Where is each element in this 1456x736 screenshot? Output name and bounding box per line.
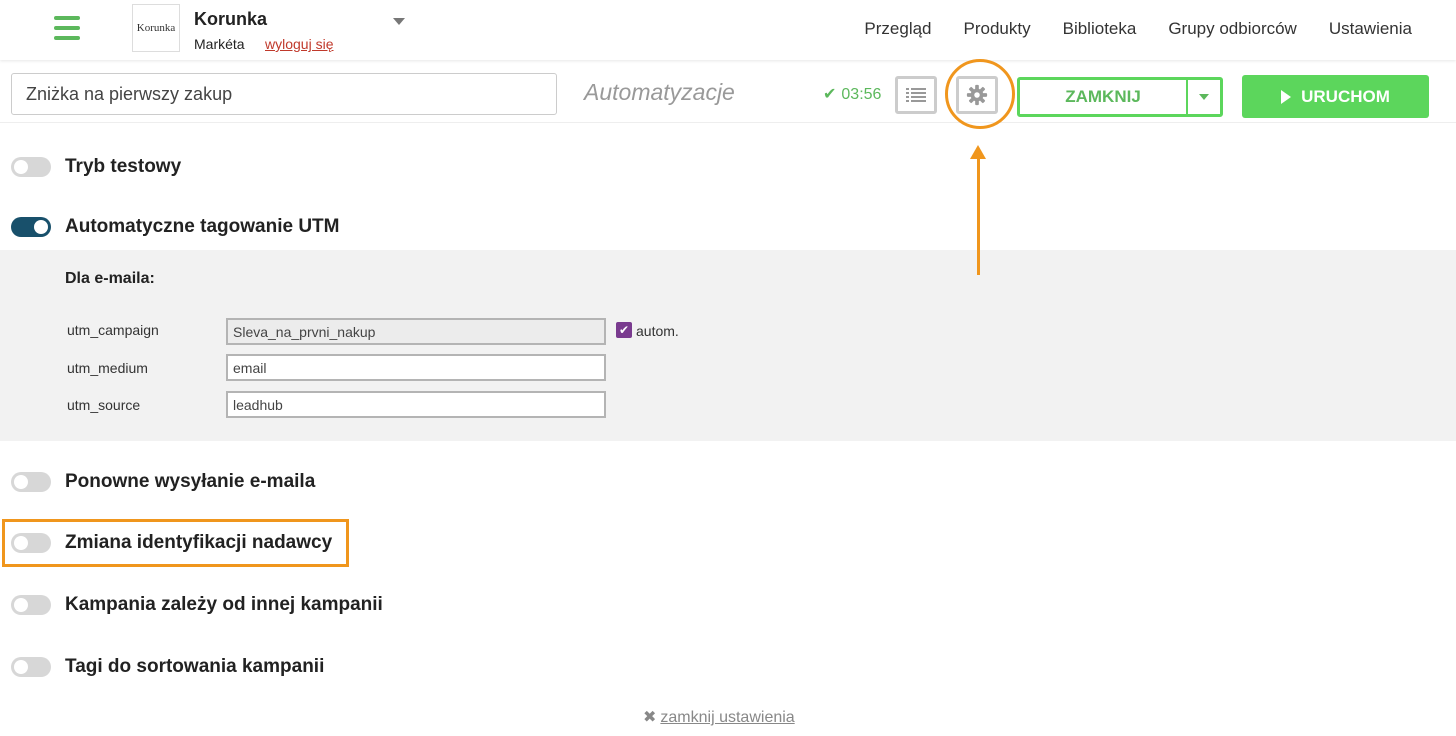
close-settings-label: zamknij ustawienia (660, 709, 795, 726)
check-icon: ✔ (823, 86, 837, 103)
utm-settings-panel: Dla e-maila: utm_campaign ✔ autom. utm_m… (0, 250, 1456, 441)
logout-link[interactable]: wyloguj się (265, 36, 333, 52)
list-view-button[interactable] (895, 76, 937, 114)
run-button[interactable]: URUCHOM (1242, 75, 1429, 118)
resend-email-toggle[interactable] (11, 472, 51, 492)
nav-item-settings[interactable]: Ustawienia (1329, 19, 1412, 39)
setting-row-depends-on-campaign: Kampania zależy od innej kampanii (11, 594, 383, 616)
company-switcher-caret-icon[interactable] (393, 18, 405, 25)
company-name[interactable]: Korunka (194, 9, 267, 30)
setting-row-resend-email: Ponowne wysyłanie e-maila (11, 471, 315, 493)
saved-time: 03:56 (841, 86, 882, 103)
utm-campaign-input[interactable] (226, 318, 606, 345)
close-split-button: ZAMKNIJ (1017, 77, 1223, 117)
utm-tagging-toggle[interactable] (11, 217, 51, 237)
utm-campaign-label: utm_campaign (67, 322, 159, 338)
utm-heading: Dla e-maila: (65, 270, 155, 287)
utm-medium-label: utm_medium (67, 360, 148, 376)
gear-icon (966, 84, 988, 106)
depends-on-campaign-toggle[interactable] (11, 595, 51, 615)
close-settings-link[interactable]: ✖ zamknij ustawienia (643, 707, 795, 727)
close-options-caret-icon[interactable] (1186, 80, 1220, 114)
user-name: Markéta (194, 36, 245, 52)
nav-item-library[interactable]: Biblioteka (1063, 19, 1137, 39)
campaign-name-input[interactable] (11, 73, 557, 115)
utm-source-label: utm_source (67, 397, 141, 413)
nav-item-products[interactable]: Produkty (964, 19, 1031, 39)
setting-row-utm-tagging: Automatyczne tagowanie UTM (11, 216, 339, 238)
auto-campaign-checkbox[interactable]: ✔ (616, 322, 632, 338)
setting-label: Tryb testowy (65, 156, 182, 177)
campaign-toolbar: Automatyzacje ✔03:56 (0, 59, 1456, 129)
saved-status: ✔ 03:56 (823, 84, 881, 104)
test-mode-toggle[interactable] (11, 157, 51, 177)
setting-row-test-mode: Tryb testowy (11, 156, 181, 178)
nav-item-overview[interactable]: Przegląd (864, 19, 931, 39)
list-icon (906, 88, 926, 102)
setting-label: Ponowne wysyłanie e-maila (65, 471, 316, 492)
top-navigation-bar: Korunka Korunka Markéta wyloguj się Prze… (0, 0, 1456, 60)
setting-row-sorting-tags: Tagi do sortowania kampanii (11, 656, 324, 678)
setting-label: Automatyczne tagowanie UTM (65, 216, 340, 237)
run-button-label: URUCHOM (1301, 86, 1390, 106)
settings-button[interactable] (956, 76, 998, 114)
sender-change-toggle[interactable] (11, 533, 51, 553)
company-logo: Korunka (132, 4, 180, 52)
utm-medium-input[interactable] (226, 354, 606, 381)
close-button[interactable]: ZAMKNIJ (1020, 80, 1186, 114)
auto-campaign-label: autom. (636, 323, 679, 339)
setting-label: Tagi do sortowania kampanii (65, 656, 325, 677)
setting-label: Kampania zależy od innej kampanii (65, 594, 383, 615)
section-label: Automatyzacje (584, 79, 735, 105)
utm-source-input[interactable] (226, 391, 606, 418)
annotation-arrow-shaft (977, 156, 980, 275)
setting-label: Zmiana identyfikacji nadawcy (65, 532, 333, 553)
hamburger-menu-icon[interactable] (54, 16, 80, 40)
main-nav: Przegląd Produkty Biblioteka Grupy odbio… (864, 19, 1412, 39)
nav-item-audience-groups[interactable]: Grupy odbiorców (1168, 19, 1297, 39)
sorting-tags-toggle[interactable] (11, 657, 51, 677)
play-icon (1281, 89, 1292, 104)
setting-row-sender-change: Zmiana identyfikacji nadawcy (11, 532, 332, 554)
close-x-icon: ✖ (643, 709, 657, 726)
